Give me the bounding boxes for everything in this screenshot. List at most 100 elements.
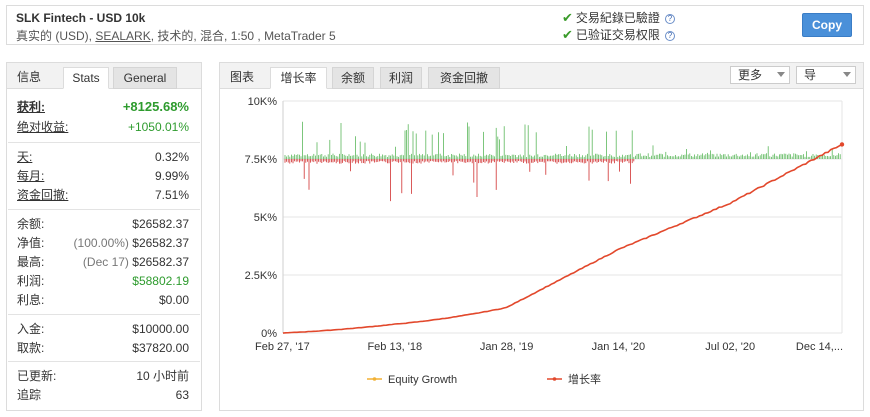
tab-balance[interactable]: 余额	[332, 67, 374, 89]
stat-value: 10 小时前	[136, 369, 189, 383]
chart-lines	[282, 142, 845, 334]
stat-value-group: (Dec 17) $26582.37	[83, 253, 189, 271]
growth-chart[interactable]: 10K% 7.5K% 5K% 2.5K% 0% Feb 27, '17 Feb 13, '…	[220, 89, 863, 410]
x-tick-label: Feb 13, '18	[367, 341, 422, 353]
stat-label: 取款:	[17, 341, 45, 355]
stat-value: +8125.68%	[122, 99, 189, 114]
growth-series-line	[282, 143, 843, 334]
dropdown-arrow-icon	[843, 72, 851, 77]
stat-deposits: 入金: $10000.00	[17, 320, 189, 338]
stat-label: 利息:	[17, 293, 45, 307]
account-header: SLK Fintech - USD 10k 真实的 (USD), SEALARK…	[6, 5, 864, 45]
stat-label: 入金:	[17, 322, 45, 336]
chart-legend: Equity Growth 增长率	[367, 372, 601, 386]
y-tick-label: 10K%	[248, 96, 278, 108]
stat-tracking: 追踪 63	[17, 386, 189, 404]
tab-general[interactable]: General	[113, 67, 177, 89]
x-tick-label: Feb 27, '17	[255, 341, 310, 353]
y-tick-label: 7.5K%	[245, 154, 278, 166]
stat-value: 0.32%	[154, 150, 189, 164]
stat-highest: 最高: (Dec 17) $26582.37	[17, 253, 189, 271]
verified-trading-privileges: ✔ 已验证交易权限?	[562, 26, 675, 43]
more-label: 更多	[738, 68, 763, 82]
stat-monthly: 每月: 9.99%	[17, 167, 189, 185]
stat-label[interactable]: 绝对收益:	[17, 118, 68, 136]
stats-tab-bar: 信息 Stats General	[7, 63, 201, 89]
stat-balance: 余额: $26582.37	[17, 215, 189, 233]
account-details: , 技术的, 混合, 1:50 , MetaTrader 5	[150, 29, 336, 43]
divider	[8, 142, 200, 143]
stat-gain: 获利: +8125.68%	[17, 98, 189, 116]
more-dropdown[interactable]: 更多	[730, 66, 790, 84]
legend-growth-label: 增长率	[568, 372, 601, 386]
help-icon[interactable]: ?	[664, 31, 675, 41]
stat-value: $0.00	[158, 293, 189, 307]
tab-profit[interactable]: 利润	[380, 67, 422, 89]
stat-daily: 天: 0.32%	[17, 148, 189, 166]
divider	[8, 361, 200, 362]
stat-label: 最高:	[17, 255, 45, 269]
stat-label[interactable]: 每月:	[17, 167, 44, 185]
tab-stats[interactable]: Stats	[63, 67, 109, 89]
y-tick-label: 0%	[261, 328, 277, 340]
chart-tab-bar: 图表 增长率 余额 利润 资金回撤 更多 导	[220, 63, 863, 89]
stat-value: $26582.37	[132, 217, 189, 231]
stat-date: (Dec 17)	[82, 255, 129, 269]
stat-absolute-gain: 绝对收益: +1050.01%	[17, 118, 189, 136]
stat-value: +1050.01%	[127, 120, 189, 134]
stat-value: $10000.00	[132, 322, 189, 336]
export-dropdown[interactable]: 导	[796, 66, 856, 84]
copy-button[interactable]: Copy	[802, 13, 852, 37]
export-label: 导	[804, 68, 817, 82]
legend-equity-marker	[372, 377, 377, 381]
stat-equity: 净值: (100.00%) $26582.37	[17, 234, 189, 252]
verified-track-label: 交易紀錄已驗證	[575, 11, 660, 25]
stat-label: 追踪	[17, 388, 42, 402]
dropdown-arrow-icon	[777, 72, 785, 77]
stat-label[interactable]: 获利:	[17, 98, 45, 116]
stat-label[interactable]: 天:	[17, 148, 32, 166]
broker-link[interactable]: SEALARK	[95, 29, 150, 43]
account-type: 真实的 (USD),	[16, 29, 96, 43]
legend-equity-label: Equity Growth	[388, 374, 457, 386]
stat-label: 利润:	[17, 274, 45, 288]
stat-updated: 已更新: 10 小时前	[17, 367, 189, 385]
stat-withdrawals: 取款: $37820.00	[17, 339, 189, 357]
x-tick-label: Dec 14,...	[796, 341, 843, 353]
checkmark-icon: ✔	[562, 27, 573, 42]
tab-info[interactable]: 信息	[17, 67, 41, 89]
stat-value: 7.51%	[154, 188, 189, 202]
verified-track-record: ✔ 交易紀錄已驗證?	[562, 9, 675, 26]
stat-value: 9.99%	[154, 169, 189, 183]
account-subtitle: 真实的 (USD), SEALARK, 技术的, 混合, 1:50 , Meta…	[16, 27, 336, 44]
chart-panel: 图表 增长率 余额 利润 资金回撤 更多 导 10K% 7.5K% 5K% 2.5K%…	[219, 62, 864, 411]
stat-value-group: (100.00%) $26582.37	[74, 234, 189, 252]
x-axis-labels: Feb 27, '17 Feb 13, '18 Jan 28, '19 Jan 14,…	[255, 341, 843, 353]
checkmark-icon: ✔	[562, 10, 573, 25]
verified-privilege-label: 已验证交易权限	[575, 28, 660, 42]
stat-value: 63	[175, 388, 189, 402]
stat-percent: (100.00%)	[73, 236, 129, 250]
tab-drawdown[interactable]: 资金回撤	[428, 67, 500, 89]
stat-value: $58802.19	[132, 274, 189, 288]
stat-drawdown: 资金回撤: 7.51%	[17, 186, 189, 204]
stat-label: 余额:	[17, 217, 45, 231]
stats-panel: 信息 Stats General 获利: +8125.68% 绝对收益: +10…	[6, 62, 202, 411]
stat-value: $37820.00	[132, 341, 189, 355]
account-title: SLK Fintech - USD 10k	[16, 11, 146, 25]
x-tick-label: Jan 28, '19	[480, 341, 533, 353]
tab-growth[interactable]: 增长率	[270, 67, 327, 89]
tab-chart[interactable]: 图表	[230, 67, 254, 89]
y-axis-labels: 10K% 7.5K% 5K% 2.5K% 0%	[245, 96, 278, 340]
x-tick-label: Jul 02, '20	[705, 341, 755, 353]
stat-profit: 利润: $58802.19	[17, 272, 189, 290]
x-tick-label: Jan 14, '20	[592, 341, 645, 353]
divider	[8, 314, 200, 315]
y-tick-label: 2.5K%	[245, 270, 278, 282]
growth-end-marker	[839, 142, 845, 147]
help-icon[interactable]: ?	[664, 14, 675, 24]
divider	[8, 209, 200, 210]
stat-interest: 利息: $0.00	[17, 291, 189, 309]
stat-value: $26582.37	[132, 236, 189, 250]
stat-label[interactable]: 资金回撤:	[17, 186, 68, 204]
